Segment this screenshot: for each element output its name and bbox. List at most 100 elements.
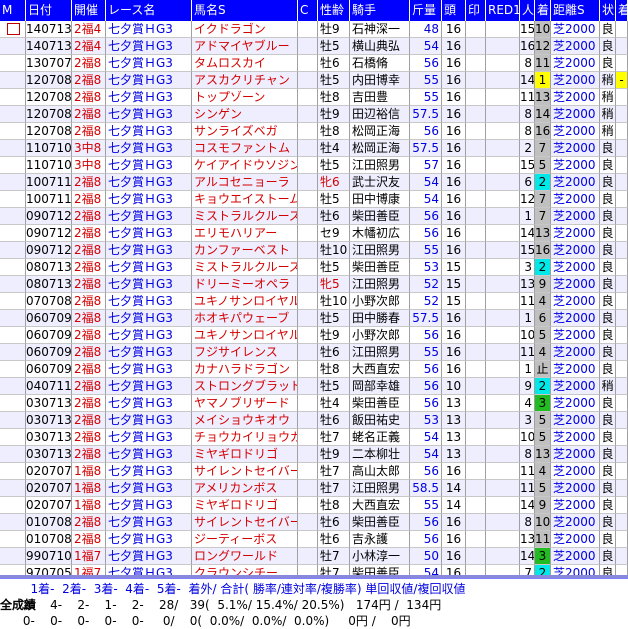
field-size-cell: 16 (442, 531, 466, 548)
condition-cell: 稍 (600, 106, 616, 123)
date-cell: 030713 (26, 446, 72, 463)
table-row[interactable]: 090712 2福8 七夕賞ＨG3 ミストラルクルーズ 牡6 柴田善臣 56 16 1 7 芝200… (0, 208, 628, 225)
extra-cell (616, 89, 628, 106)
header-condition[interactable]: 状 (600, 0, 616, 21)
table-row[interactable]: 140713 2福4 七夕賞ＨG3 イクドラゴン 牡9 石神深一 48 16 15 10 芝2000… (0, 21, 628, 38)
finish-cell: 7 (535, 191, 551, 208)
sex-age-cell: 牡5 (318, 378, 350, 395)
header-sex-age[interactable]: 性齢 (318, 0, 350, 21)
header-weight[interactable]: 斤量 (410, 0, 442, 21)
table-row[interactable]: 130707 2福8 七夕賞ＨG3 タムロスカイ 牡6 石橋脩 56 16 8 11 芝2000 良 (0, 55, 628, 72)
table-row[interactable]: 120708 2福8 七夕賞ＨG3 トップゾーン 牡8 吉田豊 55 16 11 13 芝2000 稍 (0, 89, 628, 106)
table-row[interactable]: 080713 2福8 七夕賞ＨG3 ドリーミーオペラ 牝5 江田照男 52 15 13 9 芝200… (0, 276, 628, 293)
meeting-cell: 2福8 (72, 429, 106, 446)
sex-age-cell: 牡7 (318, 480, 350, 497)
c-cell (298, 327, 318, 344)
date-cell: 010708 (26, 514, 72, 531)
header-horse-name[interactable]: 馬名S (192, 0, 298, 21)
mark2-cell (466, 531, 486, 548)
extra-cell (616, 344, 628, 361)
table-row[interactable]: 110710 3中8 七夕賞ＨG3 コスモファントム 牡4 松岡正海 57.5 16 2 7 芝20… (0, 140, 628, 157)
distance-cell: 芝2000 (551, 514, 600, 531)
field-size-cell: 16 (442, 21, 466, 38)
table-row[interactable]: 030713 2福8 七夕賞ＨG3 メイショウキオウ 牡6 飯田祐史 53 13 3 5 芝2000… (0, 412, 628, 429)
horse-name-cell: コスモファントム (192, 140, 298, 157)
date-cell: 120708 (26, 123, 72, 140)
popularity-cell: 11 (520, 344, 535, 361)
table-row[interactable]: 080713 2福8 七夕賞ＨG3 ミストラルクルーズ 牡5 柴田善臣 53 15 3 2 芝200… (0, 259, 628, 276)
header-jockey[interactable]: 騎手 (350, 0, 410, 21)
distance-cell: 芝2000 (551, 395, 600, 412)
table-row[interactable]: 030713 2福8 七夕賞ＨG3 チョウカイリョウガ 牡7 蛯名正義 54 13 10 5 芝20… (0, 429, 628, 446)
date-cell: 020707 (26, 480, 72, 497)
header-finish[interactable]: 着 (535, 0, 551, 21)
race-name-cell: 七夕賞ＨG3 (106, 446, 192, 463)
weight-cell: 57.5 (410, 106, 442, 123)
table-row[interactable]: 990710 1福7 七夕賞ＨG3 ロングワールド 牡7 小林淳一 50 16 14 3 芝2000… (0, 548, 628, 565)
date-cell: 110710 (26, 140, 72, 157)
header-distance[interactable]: 距離S (551, 0, 600, 21)
table-row[interactable]: 120708 2福8 七夕賞ＨG3 シンゲン 牡9 田辺裕信 57.5 16 8 14 芝2000 稍 (0, 106, 628, 123)
table-row[interactable]: 100711 2福8 七夕賞ＨG3 キョウエイストーム 牡5 田中博康 54 16 12 7 芝20… (0, 191, 628, 208)
table-row[interactable]: 100711 2福8 七夕賞ＨG3 アルコセニョーラ 牝6 武士沢友 54 16 6 2 芝2000… (0, 174, 628, 191)
finish-cell: 5 (535, 480, 551, 497)
header-red1[interactable]: RED1 (486, 0, 520, 21)
table-row[interactable]: 070708 2福8 七夕賞ＨG3 ユキノサンロイヤル 牡10 小野次郎 52 15 11 4 芝2… (0, 293, 628, 310)
table-row[interactable]: 060709 2福8 七夕賞ＨG3 フジサイレンス 牡6 江田照男 55 16 11 4 芝2000… (0, 344, 628, 361)
mark2-cell (466, 344, 486, 361)
meeting-cell: 2福8 (72, 89, 106, 106)
mark2-cell (466, 412, 486, 429)
header-c[interactable]: C (298, 0, 318, 21)
table-row[interactable]: 110710 3中8 七夕賞ＨG3 ケイアイドウソジン 牡5 江田照男 57 16 15 5 芝20… (0, 157, 628, 174)
red1-cell (486, 123, 520, 140)
table-row[interactable]: 120708 2福8 七夕賞ＨG3 サンライズベガ 牡8 松岡正海 56 16 8 16 芝2000… (0, 123, 628, 140)
table-row[interactable]: 030713 2福8 七夕賞ＨG3 ミヤギロドリゴ 牡9 二本柳壮 54 13 8 13 芝2000… (0, 446, 628, 463)
distance-cell: 芝2000 (551, 38, 600, 55)
red1-cell (486, 497, 520, 514)
weight-cell: 52 (410, 276, 442, 293)
table-row[interactable]: 060709 2福8 七夕賞ＨG3 カナハラドラゴン 牡8 大西直宏 56 16 1 止芝2000… (0, 361, 628, 378)
table-row[interactable]: 020707 1福8 七夕賞ＨG3 ミヤギロドリゴ 牡8 大西直宏 55 14 14 9 芝2000… (0, 497, 628, 514)
header-mark2[interactable]: 印 (466, 0, 486, 21)
table-row[interactable]: 120708 2福8 七夕賞ＨG3 アスカクリチャン 牡5 内田博幸 55 16 14 1 芝200… (0, 72, 628, 89)
c-cell (298, 259, 318, 276)
table-row[interactable]: 140713 2福4 七夕賞ＨG3 アドマイヤブルー 牡5 横山典弘 54 16 16 12 芝20… (0, 38, 628, 55)
finish-cell: 5 (535, 327, 551, 344)
header-meeting[interactable]: 開催 (72, 0, 106, 21)
table-row[interactable]: 060709 2福8 七夕賞ＨG3 ホオキパウェーブ 牡5 田中勝春 57.5 16 1 6 芝20… (0, 310, 628, 327)
header-race-name[interactable]: レース名 (106, 0, 192, 21)
finish-cell: 16 (535, 123, 551, 140)
sex-age-cell: 牡5 (318, 191, 350, 208)
header-date[interactable]: 日付 (26, 0, 72, 21)
header-mark[interactable]: M (0, 0, 26, 21)
weight-cell: 54 (410, 429, 442, 446)
finish-cell: 2 (535, 378, 551, 395)
mark-cell (0, 38, 26, 55)
table-row[interactable]: 020707 1福8 七夕賞ＨG3 アメリカンボス 牡7 江田照男 58.5 14 11 5 芝20… (0, 480, 628, 497)
header-extra[interactable]: 着 (616, 0, 628, 21)
table-row[interactable]: 060709 2福8 七夕賞ＨG3 ユキノサンロイヤル 牡9 小野次郎 56 16 10 5 芝20… (0, 327, 628, 344)
distance-cell: 芝2000 (551, 497, 600, 514)
jockey-cell: 小野次郎 (350, 327, 410, 344)
extra-cell (616, 395, 628, 412)
table-row[interactable]: 030713 2福8 七夕賞ＨG3 ヤマノブリザード 牡4 柴田善臣 56 13 4 3 芝2000… (0, 395, 628, 412)
red1-cell (486, 344, 520, 361)
selection-marker[interactable] (7, 23, 20, 35)
race-name-cell: 七夕賞ＨG3 (106, 208, 192, 225)
table-row[interactable]: 010708 2福8 七夕賞ＨG3 サイレントセイバー 牡6 柴田善臣 56 16 8 10 芝20… (0, 514, 628, 531)
table-row[interactable]: 040711 2福8 七夕賞ＨG3 ストロングブラッド 牡5 岡部幸雄 56 10 9 2 芝200… (0, 378, 628, 395)
header-popularity[interactable]: 人 (520, 0, 535, 21)
red1-cell (486, 378, 520, 395)
header-field-size[interactable]: 頭 (442, 0, 466, 21)
c-cell (298, 378, 318, 395)
meeting-cell: 1福8 (72, 480, 106, 497)
extra-cell (616, 327, 628, 344)
race-name-cell: 七夕賞ＨG3 (106, 38, 192, 55)
condition-cell: 稍 (600, 378, 616, 395)
table-row[interactable]: 090712 2福8 七夕賞ＨG3 エリモハリアー セ9 木幡初広 56 16 14 13 芝200… (0, 225, 628, 242)
table-row[interactable]: 020707 1福8 七夕賞ＨG3 サイレントセイバー 牡7 高山太郎 56 16 11 4 芝20… (0, 463, 628, 480)
mark2-cell (466, 497, 486, 514)
table-row[interactable]: 090712 2福8 七夕賞ＨG3 カンファーベスト 牡10 江田照男 55 16 15 16 芝2… (0, 242, 628, 259)
table-row[interactable]: 010708 2福8 七夕賞ＨG3 ジーティーボス 牡6 吉永護 56 16 13 11 芝2000… (0, 531, 628, 548)
red1-cell (486, 361, 520, 378)
